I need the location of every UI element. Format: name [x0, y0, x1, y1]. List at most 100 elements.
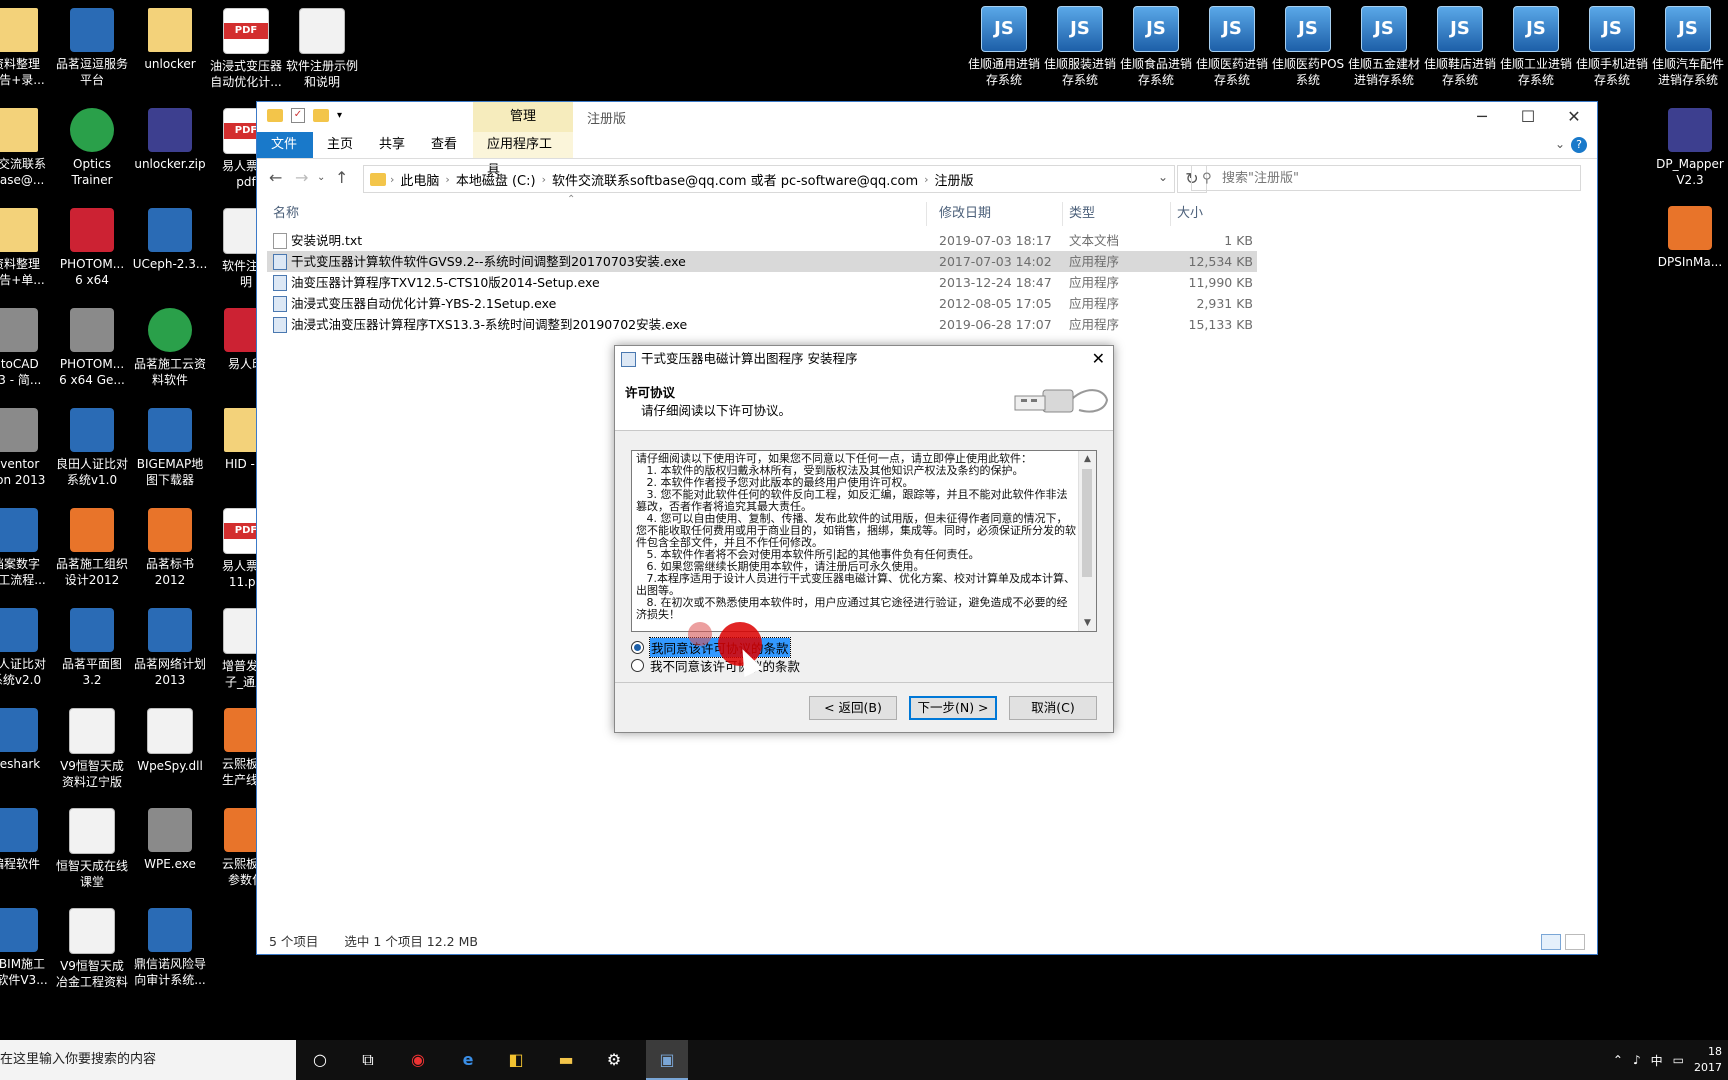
back-button[interactable]: < 返回(B)	[809, 696, 897, 720]
license-text-area[interactable]: 请仔细阅读以下使用许可，如果您不同意以下任何一点，请立即停止使用此软件： 1. …	[631, 450, 1097, 632]
close-button[interactable]: ✕	[1551, 102, 1597, 132]
desktop-icon[interactable]: JS 佳顺五金建材 进销存系统	[1346, 6, 1422, 88]
help-icon[interactable]: ?	[1571, 137, 1587, 153]
settings-gear-icon[interactable]: ⚙	[602, 1048, 626, 1072]
column-size[interactable]: 大小	[1171, 202, 1257, 226]
desktop-icon[interactable]: JS 佳顺食品进销 存系统	[1118, 6, 1194, 88]
record-icon[interactable]: ◉	[406, 1048, 430, 1072]
chevron-up-icon[interactable]: ⌃	[1613, 1053, 1623, 1067]
tab-file[interactable]: 文件	[257, 132, 313, 158]
breadcrumb-separator[interactable]: ›	[386, 173, 394, 186]
desktop-icon[interactable]: Optics Trainer	[54, 108, 130, 188]
desktop-icon[interactable]: JS 佳顺服装进销 存系统	[1042, 6, 1118, 88]
desktop-icon[interactable]: 基BIM施工 划软件V3...	[0, 908, 54, 988]
license-scrollbar[interactable]: ▲ ▼	[1078, 451, 1096, 631]
title-bar[interactable]: ✓ ▾ 管理 注册版 ─ ☐ ✕	[257, 102, 1597, 132]
desktop-icon[interactable]: DP_Mapper V2.3	[1652, 108, 1728, 188]
desktop-icon[interactable]: PHOTOM... 6 x64 Ge...	[54, 308, 130, 388]
desktop-icon[interactable]: nventor sion 2013	[0, 408, 54, 488]
tab-view[interactable]: 查看	[417, 132, 471, 158]
desktop-icon[interactable]: 品茗施工组织 设计2012	[54, 508, 130, 588]
file-row[interactable]: 干式变压器计算软件软件GVS9.2--系统时间调整到20170703安装.exe…	[267, 251, 1257, 272]
up-arrow-icon[interactable]: ↑	[335, 168, 348, 187]
chevron-down-icon[interactable]: ⌄	[1555, 137, 1565, 151]
desktop-icon[interactable]: 件交流联系 tbase@...	[0, 108, 54, 188]
desktop-icon[interactable]: JS 佳顺工业进销 存系统	[1498, 6, 1574, 88]
desktop-icon[interactable]: utoCAD 13 - 简...	[0, 308, 54, 388]
recent-dropdown-icon[interactable]: ⌄	[317, 172, 325, 183]
app-icon[interactable]: ◧	[504, 1048, 528, 1072]
maximize-button[interactable]: ☐	[1505, 102, 1551, 132]
file-row[interactable]: 油浸式变压器自动优化计算-YBS-2.1Setup.exe 2012-08-05 …	[267, 293, 1257, 314]
dialog-close-icon[interactable]: ✕	[1092, 346, 1105, 372]
cancel-button[interactable]: 取消(C)	[1009, 696, 1097, 720]
desktop-icon[interactable]: 品茗网络计划 2013	[132, 608, 208, 688]
desktop-icon[interactable]: 资料整理 广告+单...	[0, 208, 54, 288]
desktop-icon[interactable]: WpeSpy.dll	[132, 708, 208, 774]
breadcrumb-local-disk[interactable]: 本地磁盘 (C:)	[450, 170, 542, 189]
desktop-icon[interactable]: JS 佳顺手机进销 存系统	[1574, 6, 1650, 88]
large-icons-view-icon[interactable]	[1565, 934, 1585, 950]
tab-application-tools[interactable]: 应用程序工具	[473, 132, 573, 178]
desktop-icon[interactable]: JS 佳顺鞋店进销 存系统	[1422, 6, 1498, 88]
properties-icon[interactable]: ✓	[291, 108, 305, 123]
scroll-thumb[interactable]	[1082, 469, 1092, 577]
breadcrumb-current[interactable]: 注册版	[929, 170, 980, 189]
desktop-icon[interactable]: JS 佳顺医药POS 系统	[1270, 6, 1346, 88]
forward-arrow-icon[interactable]: →	[295, 168, 308, 187]
desktop-icon[interactable]: JS 佳顺汽车配件 进销存系统	[1650, 6, 1726, 88]
tab-manage[interactable]: 管理	[473, 102, 573, 132]
edge-browser-icon[interactable]: e	[456, 1048, 480, 1072]
breadcrumb-folder[interactable]: 软件交流联系softbase@qq.com 或者 pc-software@qq.…	[546, 170, 924, 189]
clock[interactable]: 18 2017	[1694, 1044, 1722, 1076]
details-view-icon[interactable]	[1541, 934, 1561, 950]
desktop-icon[interactable]: V9恒智天成 冶金工程资料	[54, 908, 130, 990]
desktop-icon[interactable]: 良田人证比对 系统v1.0	[54, 408, 130, 488]
file-row[interactable]: 安装说明.txt 2019-07-03 18:17 文本文档 1 KB	[267, 230, 1257, 251]
new-folder-icon[interactable]	[313, 109, 329, 122]
desktop-icon[interactable]: ireshark	[0, 708, 54, 772]
volume-icon[interactable]: ♪	[1633, 1053, 1641, 1067]
desktop-icon[interactable]: 品茗平面图 3.2	[54, 608, 130, 688]
next-button[interactable]: 下一步(N) >	[909, 696, 997, 720]
column-type[interactable]: 类型	[1063, 202, 1171, 226]
file-explorer-icon[interactable]: ▬	[554, 1048, 578, 1072]
desktop-icon[interactable]: 品茗标书 2012	[132, 508, 208, 588]
scroll-down-icon[interactable]: ▼	[1079, 615, 1096, 631]
taskbar-search-input[interactable]: 在这里输入你要搜索的内容	[0, 1040, 296, 1080]
breadcrumb-this-pc[interactable]: 此电脑	[394, 170, 445, 189]
desktop-icon[interactable]: unlocker	[132, 8, 208, 72]
desktop-icon[interactable]: 品茗施工云资 料软件	[132, 308, 208, 388]
address-bar[interactable]: › 此电脑 › 本地磁盘 (C:) › 软件交流联系softbase@qq.co…	[363, 165, 1175, 193]
desktop-icon[interactable]: JS 佳顺医药进销 存系统	[1194, 6, 1270, 88]
desktop-icon[interactable]: DPSInMa...	[1652, 206, 1728, 270]
desktop-icon[interactable]: 恒智天成在线 课堂	[54, 808, 130, 890]
task-view-icon[interactable]: ⧉	[356, 1048, 380, 1072]
desktop-icon[interactable]: 档案数字 加工流程...	[0, 508, 54, 588]
agree-radio[interactable]: 我同意该许可协议的条款	[631, 637, 791, 658]
desktop-icon[interactable]: 编程软件	[0, 808, 54, 872]
scroll-up-icon[interactable]: ▲	[1079, 451, 1096, 467]
file-row[interactable]: 油浸式油变压器计算程序TXS13.3-系统时间调整到20190702安装.exe…	[267, 314, 1257, 335]
desktop-icon[interactable]: 田人证比对 系统v2.0	[0, 608, 54, 688]
desktop-icon[interactable]: 品茗逗逗服务 平台	[54, 8, 130, 88]
file-row[interactable]: 油变压器计算程序TXV12.5-CTS10版2014-Setup.exe 2013…	[267, 272, 1257, 293]
tab-home[interactable]: 主页	[313, 132, 367, 158]
disagree-radio[interactable]: 我不同意该许可协议的条款	[631, 656, 800, 675]
radio-selected-icon[interactable]	[631, 641, 644, 654]
column-date[interactable]: 修改日期	[933, 202, 1063, 226]
minimize-button[interactable]: ─	[1459, 102, 1505, 132]
tab-share[interactable]: 共享	[365, 132, 419, 158]
notification-icon[interactable]: ▭	[1673, 1053, 1684, 1067]
desktop-icon[interactable]: UCeph-2.3...	[132, 208, 208, 272]
desktop-icon[interactable]: WPE.exe	[132, 808, 208, 872]
desktop-icon[interactable]: PHOTOM... 6 x64	[54, 208, 130, 288]
ime-indicator[interactable]: 中	[1651, 1052, 1663, 1069]
radio-unselected-icon[interactable]	[631, 659, 644, 672]
cortana-icon[interactable]: ○	[308, 1048, 332, 1072]
chevron-down-icon[interactable]: ⌄	[1158, 170, 1168, 184]
desktop-icon[interactable]: JS 佳顺通用进销 存系统	[966, 6, 1042, 88]
column-name[interactable]: 名称	[267, 202, 927, 226]
desktop-icon[interactable]: 鼎信诺风险导 向审计系统...	[132, 908, 208, 988]
back-arrow-icon[interactable]: ←	[269, 168, 282, 187]
